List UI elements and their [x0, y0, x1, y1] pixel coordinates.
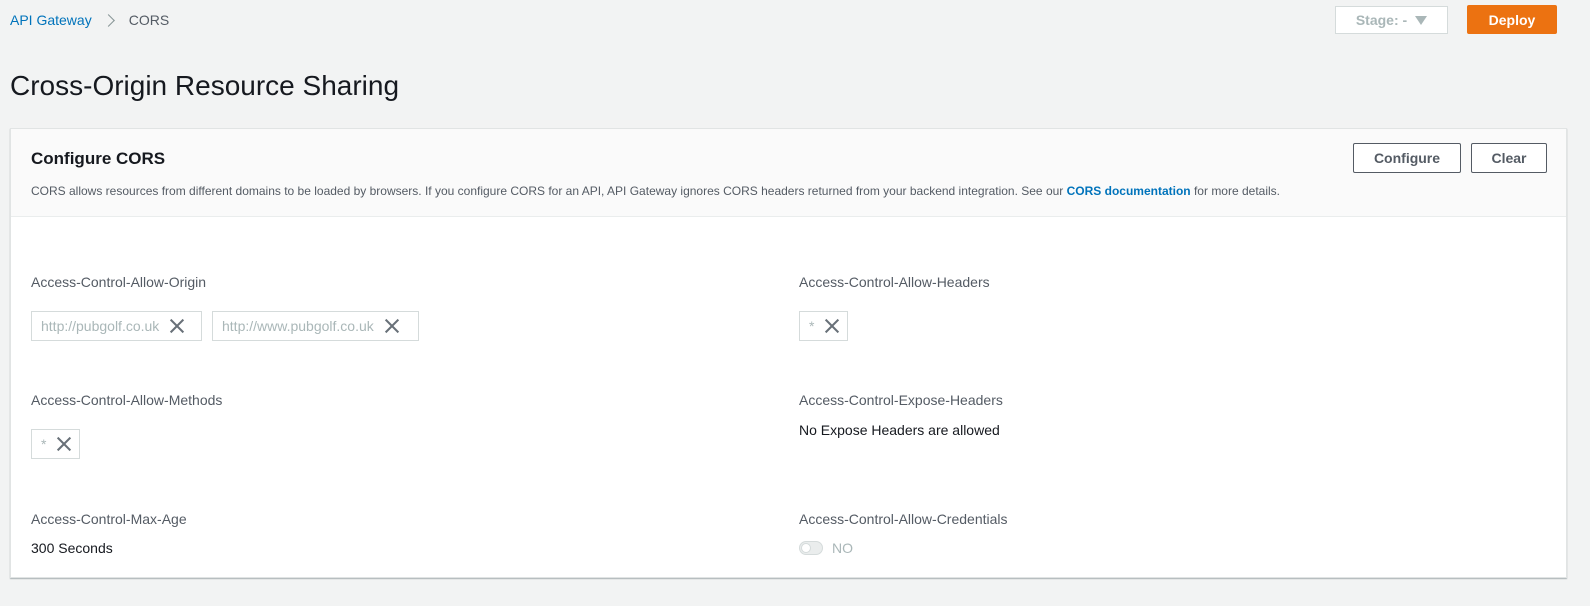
allow-credentials-label: Access-Control-Allow-Credentials: [799, 511, 1008, 527]
cors-documentation-link[interactable]: CORS documentation: [1067, 184, 1191, 198]
panel-description-tail: for more details.: [1190, 184, 1281, 198]
close-icon[interactable]: [824, 318, 840, 334]
close-icon[interactable]: [56, 436, 72, 452]
chevron-right-icon: [101, 13, 115, 27]
allow-headers-label: Access-Control-Allow-Headers: [799, 274, 990, 290]
token-value: *: [41, 436, 47, 452]
clear-button[interactable]: Clear: [1471, 143, 1547, 173]
allow-methods-token: *: [31, 429, 80, 459]
breadcrumb-api-gateway-link[interactable]: API Gateway: [10, 12, 92, 28]
allow-origin-token: http://www.pubgolf.co.uk: [212, 311, 419, 341]
stage-select[interactable]: Stage: -: [1335, 6, 1448, 34]
max-age-label: Access-Control-Max-Age: [31, 511, 187, 527]
page-title: Cross-Origin Resource Sharing: [10, 70, 400, 101]
max-age-value: 300 Seconds: [31, 540, 113, 556]
token-value: http://pubgolf.co.uk: [41, 318, 160, 334]
panel-title: Configure CORS: [31, 149, 166, 168]
allow-origin-token: http://pubgolf.co.uk: [31, 311, 202, 341]
allow-headers-token: *: [799, 311, 848, 341]
toggle-knob: [801, 543, 811, 553]
configure-cors-panel: Configure CORS CORS allows resources fro…: [10, 128, 1567, 578]
allow-origin-label: Access-Control-Allow-Origin: [31, 274, 207, 290]
breadcrumb: API Gateway CORS: [10, 12, 169, 28]
close-icon[interactable]: [384, 318, 400, 334]
panel-header: Configure CORS CORS allows resources fro…: [11, 129, 1566, 217]
token-value: *: [809, 318, 815, 334]
breadcrumb-current: CORS: [128, 12, 170, 28]
expose-headers-value: No Expose Headers are allowed: [799, 422, 1000, 438]
close-icon[interactable]: [169, 318, 185, 334]
allow-credentials-toggle-label: NO: [832, 540, 853, 556]
top-bar: API Gateway CORS Stage: - Deploy: [0, 0, 1590, 40]
configure-button[interactable]: Configure: [1353, 143, 1461, 173]
token-value: http://www.pubgolf.co.uk: [222, 318, 374, 334]
deploy-button[interactable]: Deploy: [1467, 5, 1557, 34]
panel-description: CORS allows resources from different dom…: [31, 184, 1280, 198]
allow-credentials-toggle[interactable]: [799, 541, 823, 555]
expose-headers-label: Access-Control-Expose-Headers: [799, 392, 1003, 408]
panel-description-text: CORS allows resources from different dom…: [31, 184, 1067, 198]
allow-methods-label: Access-Control-Allow-Methods: [31, 392, 223, 408]
stage-select-label: Stage: -: [1355, 12, 1408, 28]
caret-down-icon: [1415, 15, 1428, 25]
